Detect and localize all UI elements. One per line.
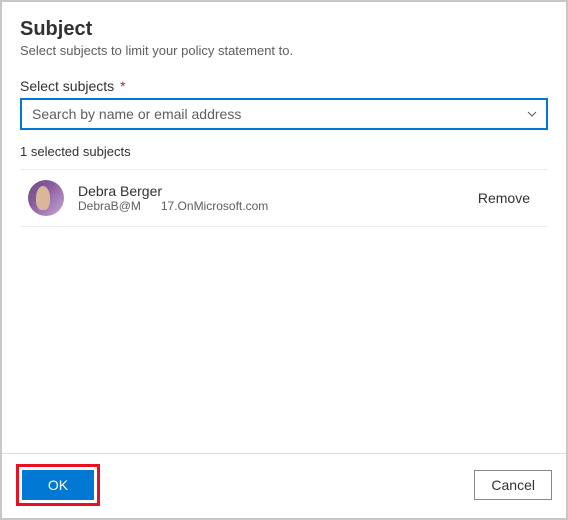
page-subtitle: Select subjects to limit your policy sta… (20, 43, 548, 58)
ok-button[interactable]: OK (22, 470, 94, 500)
dialog-content: Subject Select subjects to limit your po… (2, 2, 566, 453)
chevron-down-icon[interactable] (526, 108, 538, 120)
search-input[interactable] (32, 106, 526, 122)
selected-subjects-list: Debra Berger DebraB@M 17.OnMicrosoft.com… (20, 169, 548, 227)
dialog-footer: OK Cancel (2, 453, 566, 518)
cancel-button[interactable]: Cancel (474, 470, 552, 500)
avatar (28, 180, 64, 216)
list-item: Debra Berger DebraB@M 17.OnMicrosoft.com… (20, 170, 548, 227)
person-email: DebraB@M 17.OnMicrosoft.com (78, 199, 470, 213)
selected-count-text: 1 selected subjects (20, 144, 548, 159)
select-subjects-label: Select subjects * (20, 78, 548, 94)
person-info: Debra Berger DebraB@M 17.OnMicrosoft.com (78, 183, 470, 213)
ok-button-highlight: OK (16, 464, 100, 506)
search-subjects-combobox[interactable] (20, 98, 548, 130)
required-marker: * (120, 78, 125, 94)
page-title: Subject (20, 18, 548, 41)
remove-button[interactable]: Remove (470, 184, 538, 212)
person-name: Debra Berger (78, 183, 470, 199)
